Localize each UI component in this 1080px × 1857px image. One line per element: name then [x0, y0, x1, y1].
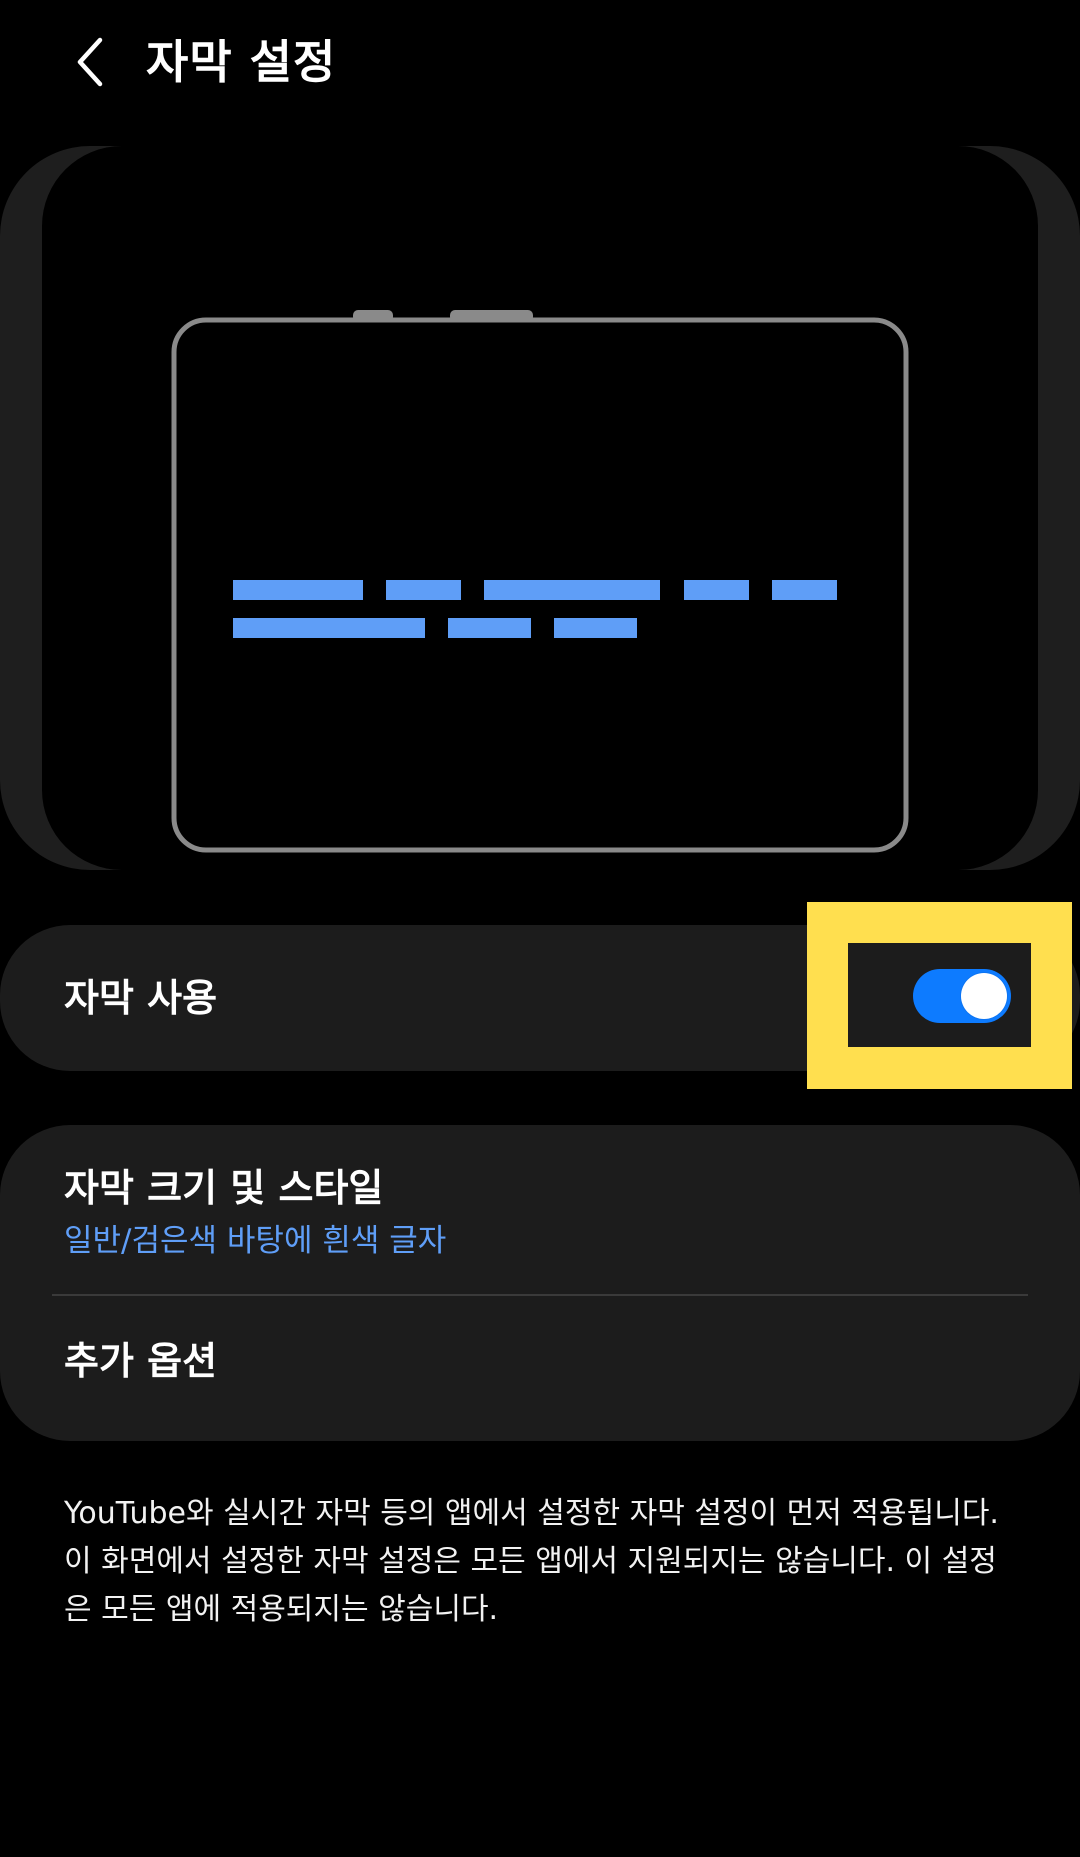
top-app-bar: 자막 설정 — [0, 0, 1080, 130]
more-options-title: 추가 옵션 — [64, 1339, 218, 1383]
toggle-highlight-inner — [848, 943, 1031, 1047]
caption-size-style-row[interactable]: 자막 크기 및 스타일 일반/검은색 바탕에 흰색 글자 — [0, 1125, 1080, 1295]
caption-bar — [684, 580, 749, 600]
caption-placeholder-lines — [233, 580, 837, 638]
back-button[interactable] — [50, 22, 130, 102]
toggle-highlight-frame — [807, 902, 1072, 1089]
caption-settings-footnote: YouTube와 실시간 자막 등의 앱에서 설정한 자막 설정이 먼저 적용됩… — [64, 1496, 999, 1627]
caption-bar — [554, 618, 637, 638]
caption-preview-card — [0, 146, 1080, 870]
caption-bar — [772, 580, 837, 600]
caption-options-card: 자막 크기 및 스타일 일반/검은색 바탕에 흰색 글자 추가 옵션 — [0, 1125, 1080, 1441]
caption-bar — [386, 580, 461, 600]
caption-size-style-title: 자막 크기 및 스타일 — [64, 1166, 384, 1210]
use-captions-switch[interactable] — [913, 969, 1011, 1023]
caption-bar — [448, 618, 531, 638]
phone-illustration — [171, 310, 909, 853]
chevron-left-icon — [77, 37, 103, 87]
caption-bar — [484, 580, 660, 600]
switch-knob — [961, 973, 1007, 1019]
caption-size-style-value: 일반/검은색 바탕에 흰색 글자 — [64, 1223, 447, 1259]
page-title: 자막 설정 — [146, 35, 337, 89]
more-options-row[interactable]: 추가 옵션 — [0, 1296, 1080, 1441]
use-captions-label: 자막 사용 — [64, 976, 218, 1020]
caption-bar — [233, 618, 425, 638]
caption-bar — [233, 580, 363, 600]
